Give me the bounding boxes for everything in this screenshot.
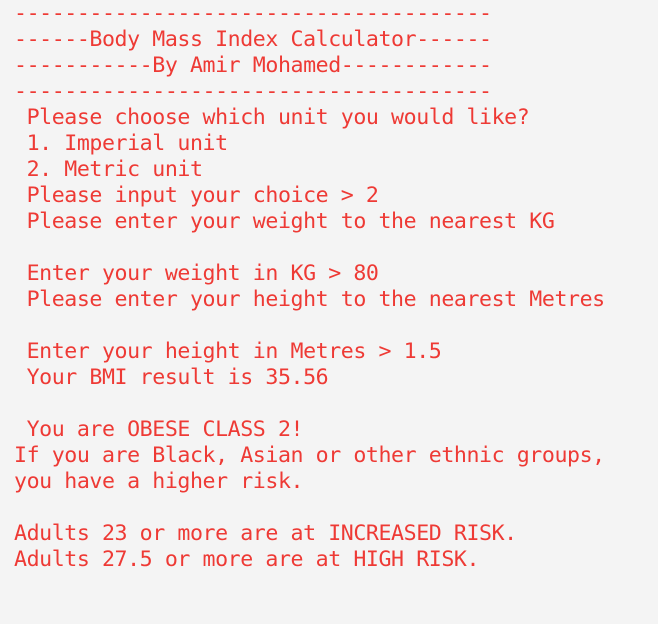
- terminal-line: If you are Black, Asian or other ethnic …: [14, 443, 605, 468]
- terminal-line: Please choose which unit you would like?: [14, 105, 530, 130]
- terminal-line: --------------------------------------: [14, 1, 492, 26]
- terminal-line: Please enter your height to the nearest …: [14, 287, 606, 312]
- terminal-line: -----------By Amir Mohamed------------: [14, 53, 492, 78]
- terminal-line: Enter your weight in KG > 80: [14, 261, 379, 286]
- terminal-line: Your BMI result is 35.56: [14, 365, 329, 390]
- terminal-line: Enter your height in Metres > 1.5: [14, 339, 442, 364]
- terminal-line: --------------------------------------: [14, 79, 492, 104]
- terminal-line: you have a higher risk.: [14, 469, 304, 494]
- terminal-output: -------------------------------------- --…: [14, 1, 658, 573]
- terminal-line: 2. Metric unit: [14, 157, 203, 182]
- terminal-line: You are OBESE CLASS 2!: [14, 417, 304, 442]
- terminal-line: Adults 27.5 or more are at HIGH RISK.: [14, 547, 480, 572]
- terminal-line: Please input your choice > 2: [14, 183, 379, 208]
- terminal-window: -------------------------------------- --…: [0, 0, 658, 624]
- terminal-line: Adults 23 or more are at INCREASED RISK.: [14, 521, 517, 546]
- terminal-line: Please enter your weight to the nearest …: [14, 209, 555, 234]
- terminal-line: 1. Imperial unit: [14, 131, 229, 156]
- terminal-line: ------Body Mass Index Calculator------: [14, 27, 492, 52]
